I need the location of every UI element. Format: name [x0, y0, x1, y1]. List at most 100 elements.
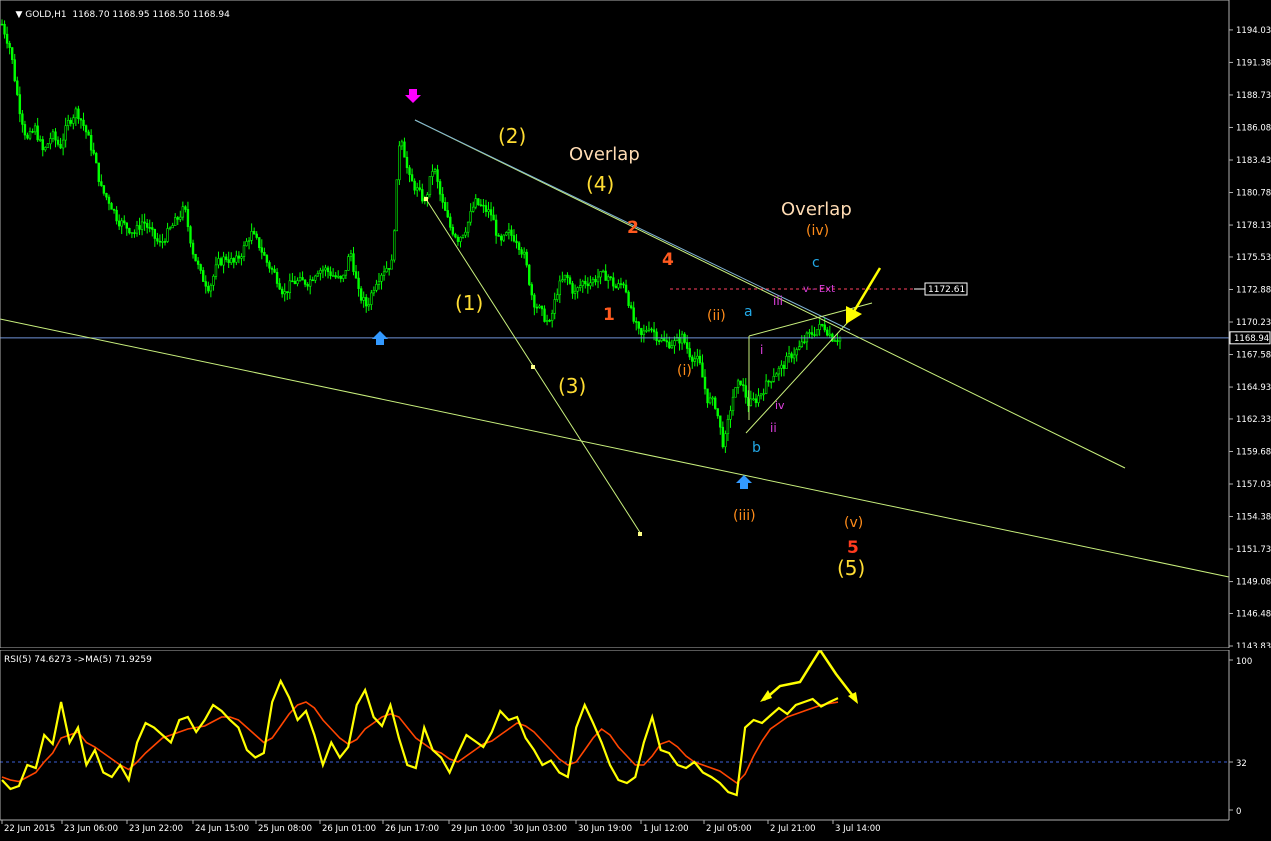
candle-body [828, 333, 832, 336]
candle-body [377, 281, 381, 285]
candle-body [36, 125, 39, 141]
candle-body [836, 340, 839, 342]
candle-body [349, 253, 353, 257]
candle-body [456, 236, 460, 242]
wave-label: iv [775, 399, 785, 412]
candle-body [497, 235, 500, 237]
candle-body [403, 141, 406, 158]
candle-body [474, 198, 477, 208]
candle-body [599, 271, 602, 278]
candle-body [196, 260, 200, 265]
candle-body [186, 209, 190, 227]
candle-body [232, 258, 235, 263]
wedge-lower-line [745, 321, 849, 434]
candle-body [298, 277, 302, 281]
candle-body [100, 181, 103, 186]
candle-body [540, 305, 544, 310]
candle-body [357, 277, 360, 289]
candle-body [56, 139, 60, 145]
candle-body [227, 259, 230, 263]
price-tick-label: 1154.38 [1236, 513, 1271, 523]
candle-body [609, 276, 612, 279]
candle-body [517, 242, 521, 250]
candle-body [84, 125, 88, 133]
candle-body [390, 259, 393, 270]
candle-body [670, 345, 674, 349]
time-tick-label: 24 Jun 15:00 [195, 824, 249, 834]
candle-body [433, 169, 437, 172]
wave-label: 1 [603, 305, 615, 325]
candle-body [54, 131, 57, 141]
price-axis: 1194.03 1191.38 1188.73 1186.08 1183.43 1180.… [0, 0, 1271, 648]
ext-text-label: v - Ext [803, 284, 835, 295]
candle-body [780, 364, 783, 369]
candle-body [568, 277, 572, 284]
candle-body [558, 280, 562, 296]
candle-body [798, 346, 801, 350]
wave-label: iii [773, 294, 783, 308]
candle-body [711, 397, 714, 400]
time-tick-label: 29 Jun 10:00 [451, 824, 505, 834]
candle-body [650, 328, 653, 331]
price-tick-label: 1149.08 [1236, 578, 1271, 588]
candle-body [265, 255, 269, 263]
candle-body [385, 268, 388, 273]
candle-body [293, 280, 297, 285]
candle-body [301, 277, 304, 281]
candle-body [273, 269, 276, 273]
candle-body [13, 59, 16, 82]
candle-body [375, 284, 378, 291]
rsi-pane: 100 32 0 RSI(5) 74.6273 ->MA(5) 71.9259 [0, 650, 1271, 820]
time-tick-label: 26 Jun 17:00 [385, 824, 439, 834]
candle-body [362, 297, 365, 301]
candle-body [472, 206, 475, 212]
candle-body [533, 294, 536, 308]
candle-body [721, 426, 725, 448]
candle-body [194, 253, 197, 262]
candle-body [143, 221, 146, 224]
price-tick-label: 1146.48 [1236, 609, 1271, 619]
candle-body [28, 131, 32, 139]
candle-body [550, 313, 554, 321]
candle-body [436, 169, 439, 182]
candle-body [214, 264, 218, 277]
candle-body [319, 270, 322, 274]
price-tick-label: 1159.68 [1236, 447, 1271, 457]
time-tick-label: 3 Jul 14:00 [835, 824, 881, 834]
candle-body [838, 337, 842, 342]
candle-body [240, 256, 243, 259]
time-tick-label: 2 Jul 05:00 [706, 824, 752, 834]
wave-label: (v) [844, 515, 863, 531]
candle-body [359, 288, 363, 301]
candle-body [487, 209, 490, 212]
candle-body [280, 288, 284, 295]
candle-body [576, 287, 579, 292]
candle-body [204, 281, 207, 287]
header-arrow-icon[interactable]: ▼ [15, 10, 25, 20]
candle-body [311, 279, 314, 282]
rsi-series-line [1, 678, 839, 797]
candle-body [673, 340, 676, 346]
candle-body [123, 220, 126, 224]
candle-body [135, 225, 139, 234]
candle-body [16, 80, 19, 95]
symbol-label: GOLD,H1 [25, 10, 67, 20]
candle-body [438, 181, 442, 195]
wave-label: a [744, 304, 753, 320]
candle-body [41, 139, 44, 151]
candle-body [79, 118, 83, 121]
candle-body [477, 198, 480, 206]
candle-body [82, 119, 85, 126]
candle-body [49, 138, 52, 145]
candle-body [520, 249, 523, 255]
time-axis-svg: 22 Jun 2015 23 Jun 06:00 23 Jun 22:00 24 Ju… [0, 819, 1229, 834]
time-tick-label: 26 Jun 01:00 [322, 824, 376, 834]
candle-body [668, 341, 671, 349]
candle-body [174, 217, 177, 226]
wave-label: (1) [455, 291, 483, 315]
candle-body [179, 216, 182, 220]
candle-body [255, 233, 258, 238]
candle-body [18, 94, 22, 115]
candle-body [607, 276, 610, 281]
price-chart-svg: 1172.61 v - Ext (2) Overlap (4) 2 4 Overlap (iv… [0, 0, 1271, 648]
